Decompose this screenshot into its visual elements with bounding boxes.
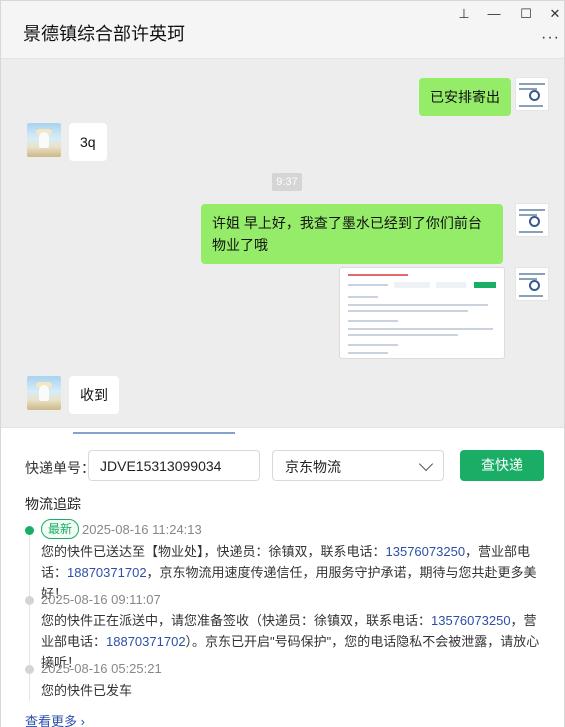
message-bubble-incoming[interactable]: 收到 [69,376,119,414]
close-button[interactable]: ✕ [544,5,565,23]
view-more-link[interactable]: 查看更多 › [25,711,85,727]
chevron-down-icon [418,456,434,472]
chat-window: 景德镇综合部许英珂 ⊥ — ☐ ✕ ··· 已安排寄出 3q 9:37 许姐 早… [0,0,565,727]
carrier-select-value: 京东物流 [285,459,341,475]
branch-phone-link[interactable]: 18870371702 [67,565,147,580]
panel-divider [73,432,235,434]
tracking-number-label: 快递单号： [25,460,95,476]
tracking-section-title: 物流追踪 [25,496,81,512]
my-avatar[interactable] [515,77,549,111]
minimize-button[interactable]: — [483,5,505,23]
query-express-button[interactable]: 查快递 [460,450,544,481]
contact-avatar[interactable] [27,123,61,157]
timeline-dot-active [25,526,34,535]
chat-title: 景德镇综合部许英珂 [23,24,185,44]
branch-phone-link[interactable]: 18870371702 [106,634,186,649]
more-options-icon[interactable]: ··· [541,29,560,47]
event-time: 2025-08-16 09:11:07 [41,592,161,607]
maximize-button[interactable]: ☐ [515,5,537,23]
timestamp-divider: 9:37 [272,173,302,191]
event-description: 您的快件已发车 [41,683,133,698]
courier-phone-link[interactable]: 13576073250 [431,613,511,628]
pin-icon[interactable]: ⊥ [453,5,475,23]
title-bar: 景德镇综合部许英珂 ⊥ — ☐ ✕ ··· [1,1,564,59]
my-avatar[interactable] [515,267,549,301]
timeline-line [29,533,30,701]
express-tracking-panel: 快递单号： 京东物流 查快递 物流追踪 最新 2025-08-16 11:24:… [1,427,564,727]
my-avatar[interactable] [515,203,549,237]
message-bubble-outgoing[interactable]: 许姐 早上好，我查了墨水已经到了你们前台物业了哦 [201,204,503,264]
message-bubble-outgoing[interactable]: 已安排寄出 [419,78,511,116]
latest-badge: 最新 [41,519,80,539]
courier-phone-link[interactable]: 13576073250 [386,544,466,559]
timeline-dot [25,596,34,605]
contact-avatar[interactable] [27,376,61,410]
timeline-dot [25,665,34,674]
event-time: 2025-08-16 05:25:21 [41,661,162,676]
message-bubble-incoming[interactable]: 3q [69,123,107,161]
event-time: 2025-08-16 11:24:13 [82,522,202,537]
carrier-select[interactable]: 京东物流 [272,450,444,481]
image-message-screenshot[interactable] [339,267,505,359]
tracking-number-input[interactable] [88,450,260,481]
message-list[interactable]: 已安排寄出 3q 9:37 许姐 早上好，我查了墨水已经到了你们前台物业了哦 收… [1,59,564,427]
